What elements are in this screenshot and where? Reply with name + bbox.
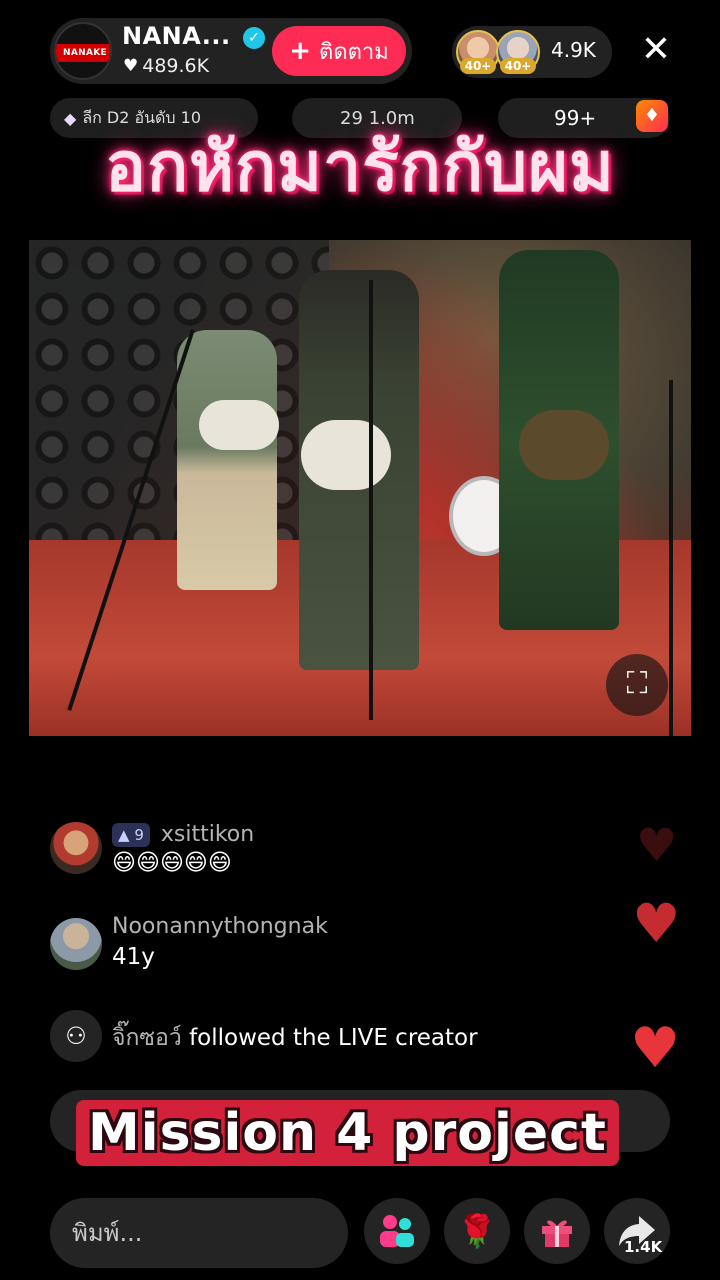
follow-label: ติดตาม: [319, 39, 389, 65]
guitar: [519, 410, 609, 480]
viewer-level-badge: 40+: [500, 58, 536, 74]
mission-title: Mission 4 project: [76, 1100, 619, 1166]
host-brand-logo: NANAKE: [56, 44, 110, 62]
viewer-avatar[interactable]: 40+: [496, 30, 540, 74]
mic-stand: [669, 380, 673, 736]
viewer-count[interactable]: 4.9K: [551, 38, 596, 62]
follow-notice-text: จิ๊กซอว์ followed the LIVE creator: [112, 1020, 478, 1056]
gift-icon-glyph: [542, 1220, 572, 1247]
follow-button[interactable]: + ติดตาม: [272, 26, 406, 76]
comment-item[interactable]: Noonannythongnak 41y: [50, 914, 550, 974]
close-icon[interactable]: ✕: [636, 30, 676, 70]
comment-input[interactable]: [50, 1198, 348, 1268]
follow-notice: ⚇ จิ๊กซอว์ followed the LIVE creator: [50, 1010, 610, 1062]
commenter-name: xsittikon: [160, 822, 255, 847]
host-likes-count: 489.6K: [142, 55, 210, 77]
commenter-avatar[interactable]: [50, 822, 102, 874]
host-name[interactable]: NANA...: [122, 22, 231, 50]
commenter-username[interactable]: ▲ 9 xsittikon: [112, 822, 254, 847]
user-level-badge: ▲ 9: [112, 823, 150, 847]
comment-item[interactable]: ▲ 9 xsittikon 😄😄😄😄😄: [50, 822, 550, 882]
floating-heart-icon: ♥: [636, 818, 678, 872]
mic-stand: [369, 280, 373, 720]
plus-icon: +: [289, 36, 312, 66]
rose-icon[interactable]: 🌹: [444, 1198, 510, 1264]
guitar: [199, 400, 279, 450]
guitarist-left: [177, 330, 277, 590]
user-follow-icon: ⚇: [50, 1010, 102, 1062]
bass-guitar: [301, 420, 391, 490]
share-count: 1.4K: [624, 1238, 663, 1256]
floating-heart-icon: ♥: [632, 892, 681, 955]
gift-icon[interactable]: [524, 1198, 590, 1264]
user-level: 9: [134, 826, 144, 844]
expand-icon[interactable]: ⛶: [606, 654, 668, 716]
follow-notice-message: followed the LIVE creator: [189, 1025, 478, 1051]
viewer-avatar[interactable]: 40+: [456, 30, 500, 74]
host-likes: ♥ 489.6K: [123, 55, 209, 77]
viewer-level-badge: 40+: [460, 58, 496, 74]
follower-name[interactable]: จิ๊กซอว์: [112, 1025, 182, 1051]
heart-icon: ♥: [123, 56, 139, 76]
live-video[interactable]: [29, 240, 691, 736]
commenter-username[interactable]: Noonannythongnak: [112, 914, 328, 939]
people-icon[interactable]: [364, 1198, 430, 1264]
commenter-avatar[interactable]: [50, 918, 102, 970]
verified-icon: ✓: [243, 27, 265, 49]
host-avatar[interactable]: NANAKE: [54, 22, 112, 80]
floating-heart-icon: ♥: [630, 1016, 681, 1081]
comment-text: 41y: [112, 944, 155, 970]
comment-text: 😄😄😄😄😄: [112, 850, 232, 876]
overlay-title: อกหักมารักกับผม: [105, 128, 615, 207]
people-icon-glyph: [380, 1215, 414, 1247]
